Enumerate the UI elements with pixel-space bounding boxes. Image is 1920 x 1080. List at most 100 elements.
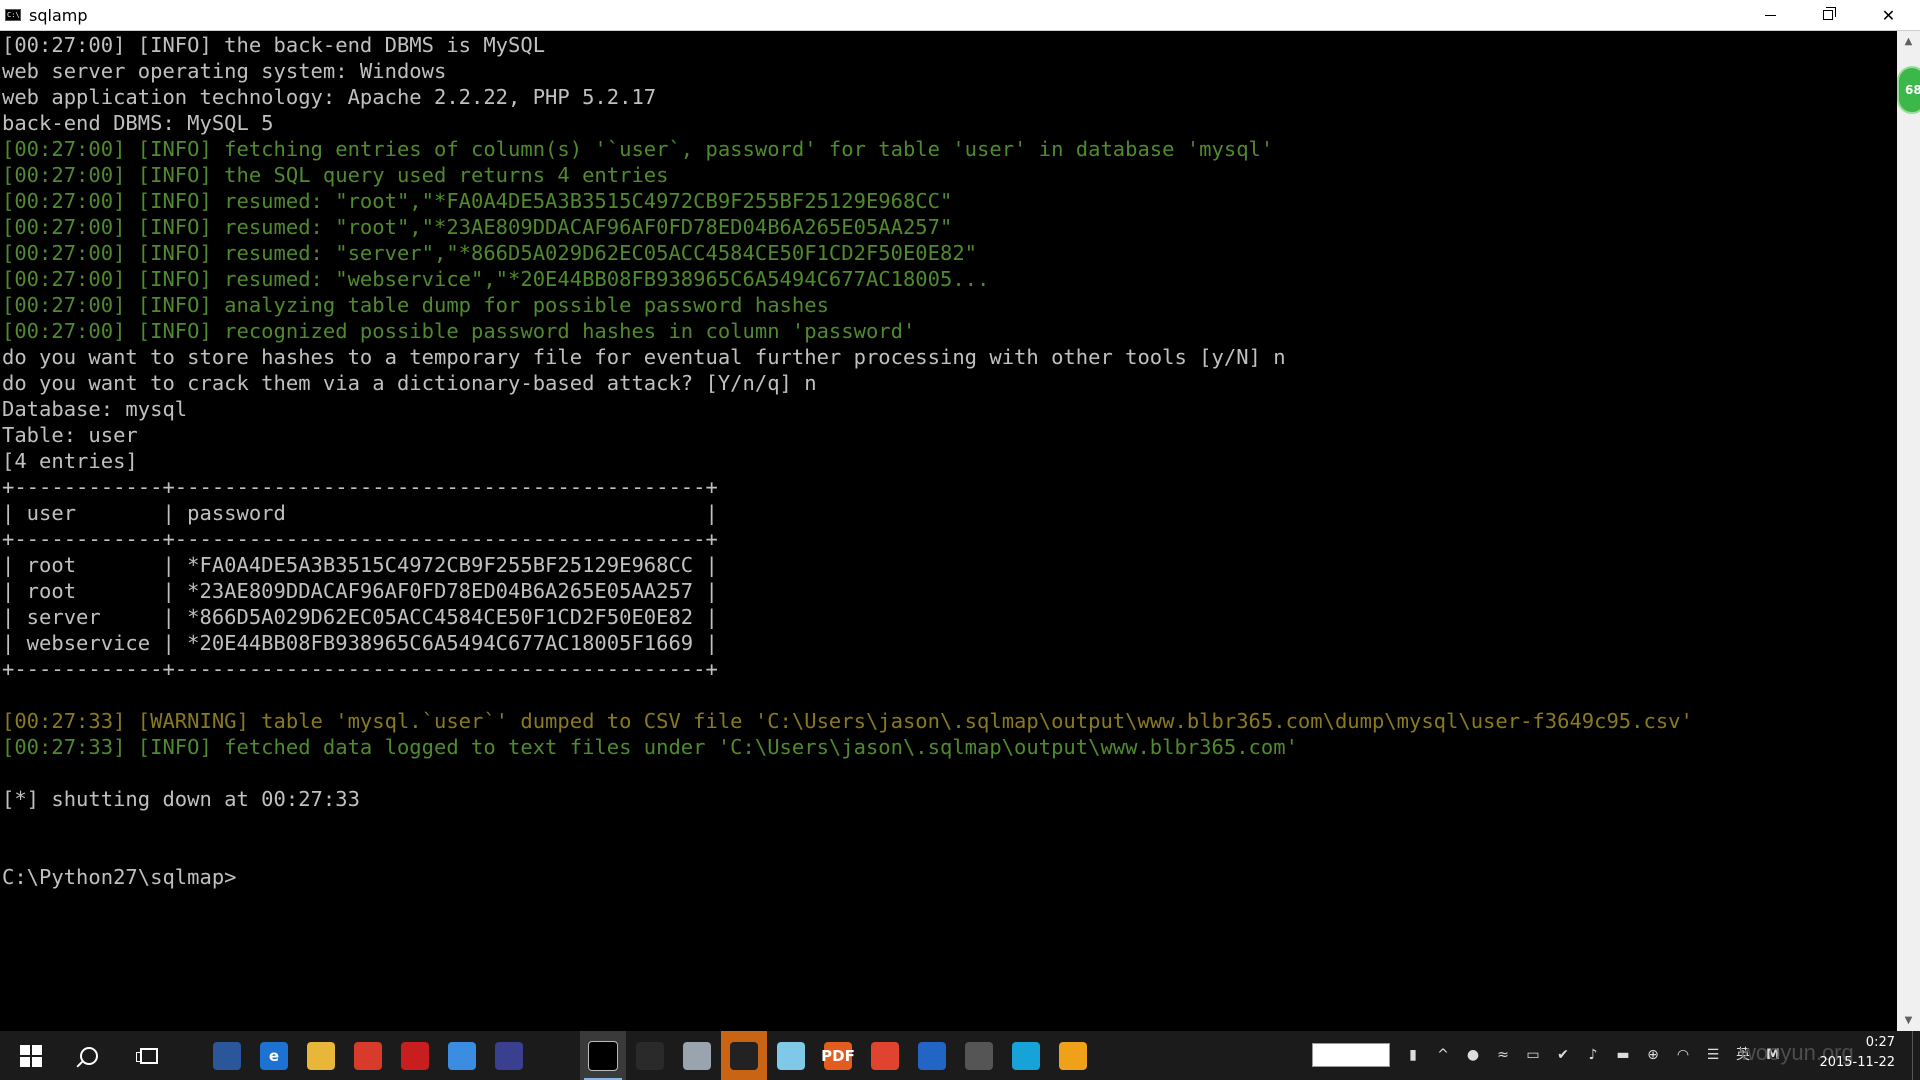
cmd-icon — [588, 1040, 618, 1071]
scroll-up-icon[interactable]: ▲ — [1897, 33, 1920, 50]
floating-badge[interactable]: 68 — [1897, 66, 1920, 114]
console-line: [*] shutting down at 00:27:33 — [2, 787, 360, 811]
taskbar-app[interactable]: e — [251, 1031, 297, 1080]
console-line: do you want to store hashes to a tempora… — [2, 345, 1286, 369]
console-line: web application technology: Apache 2.2.2… — [2, 85, 657, 109]
keyboard-icon[interactable]: ▭ — [1524, 1046, 1542, 1064]
antivirus-icon[interactable]: ✔ — [1554, 1046, 1572, 1064]
console-line: | root | *23AE809DDACAF96AF0FD78ED04B6A2… — [2, 579, 718, 603]
console-line: [00:27:00] [INFO] resumed: "root","*FA0A… — [2, 189, 953, 213]
file-explorer-icon — [307, 1041, 335, 1070]
console-line: [00:27:00] [INFO] resumed: "root","*23AE… — [2, 215, 953, 239]
console-line: [00:27:00] [INFO] resumed: "server","*86… — [2, 241, 978, 265]
battery-icon[interactable]: ▮ — [1404, 1046, 1422, 1064]
clock-date: 2015-11-22 — [1819, 1055, 1895, 1070]
app-icon-10 — [1012, 1041, 1040, 1070]
console-line: Database: mysql — [2, 397, 188, 421]
taskbar-app[interactable] — [1050, 1031, 1096, 1080]
app-icon-5 — [683, 1041, 711, 1070]
lightbulb-icon — [542, 1041, 570, 1070]
console-line: [4 entries] — [2, 449, 138, 473]
taskbar-app[interactable] — [439, 1031, 485, 1080]
taskbar-app[interactable] — [486, 1031, 532, 1080]
wifi-icon[interactable]: ◠ — [1674, 1046, 1692, 1064]
app-icon-6 — [730, 1041, 758, 1070]
close-button[interactable]: ✕ — [1857, 0, 1920, 30]
console-line: [00:27:33] [INFO] fetched data logged to… — [2, 735, 1298, 759]
show-desktop-button[interactable] — [1912, 1031, 1920, 1080]
app-icon-2 — [401, 1041, 429, 1070]
console-line: | server | *866D5A029D62EC05ACC4584CE50F… — [2, 605, 718, 629]
console-output[interactable]: [00:27:00] [INFO] the back-end DBMS is M… — [0, 31, 1897, 1031]
taskbar-app[interactable] — [721, 1031, 767, 1080]
edge-icon: e — [260, 1041, 288, 1070]
taskbar-app[interactable] — [298, 1031, 344, 1080]
console-lines: [00:27:00] [INFO] the back-end DBMS is M… — [2, 32, 1693, 890]
taskbar-app[interactable] — [768, 1031, 814, 1080]
console-line: back-end DBMS: MySQL 5 — [2, 111, 274, 135]
console-line: | webservice | *20E44BB08FB938965C6A5494… — [2, 631, 718, 655]
windows-icon — [20, 1044, 42, 1067]
app-icon-9 — [965, 1041, 993, 1070]
taskbar-app[interactable] — [956, 1031, 1002, 1080]
store-icon — [213, 1041, 241, 1070]
power-icon[interactable]: ▬ — [1614, 1046, 1632, 1064]
taskbar-app[interactable] — [1003, 1031, 1049, 1080]
plus-tray-icon[interactable]: ⊕ — [1644, 1046, 1662, 1064]
console-line: Table: user — [2, 423, 138, 447]
console-line: +------------+--------------------------… — [2, 657, 718, 681]
taskbar-clock[interactable]: 0:27 2015-11-22 — [1805, 1033, 1895, 1073]
tray-app-icon[interactable]: ● — [1464, 1046, 1482, 1064]
console-line: [00:27:00] [INFO] analyzing table dump f… — [2, 293, 829, 317]
taskbar-app[interactable] — [580, 1031, 626, 1080]
vertical-scrollbar[interactable]: ▲ ▼ — [1897, 31, 1920, 1031]
console-line: +------------+--------------------------… — [2, 527, 718, 551]
network-tray-icon[interactable]: ≈ — [1494, 1046, 1512, 1064]
console-line: [00:27:00] [INFO] fetching entries of co… — [2, 137, 1274, 161]
notification-icon[interactable]: ☰ — [1704, 1046, 1722, 1064]
minimize-button[interactable] — [1741, 0, 1799, 30]
search-button[interactable] — [62, 1031, 116, 1080]
console-line: | root | *FA0A4DE5A3B3515C4972CB9F255BF2… — [2, 553, 718, 577]
task-view-icon — [136, 1047, 158, 1064]
restore-button[interactable] — [1799, 0, 1857, 30]
taskbar-app[interactable] — [533, 1031, 579, 1080]
pdf-icon: PDF — [821, 1041, 855, 1070]
eclipse-icon — [495, 1041, 523, 1070]
taskbar-app[interactable] — [909, 1031, 955, 1080]
console-line: [00:27:00] [INFO] the back-end DBMS is M… — [2, 33, 546, 57]
app-icon-7 — [777, 1041, 805, 1070]
tray-input-box[interactable] — [1312, 1043, 1390, 1067]
search-icon — [80, 1046, 98, 1065]
taskbar-app[interactable] — [627, 1031, 673, 1080]
taskbar-app[interactable] — [392, 1031, 438, 1080]
window-title: sqlamp — [29, 6, 88, 25]
task-view-button[interactable] — [122, 1031, 176, 1080]
taskbar-app[interactable] — [862, 1031, 908, 1080]
console-line: [00:27:00] [INFO] resumed: "webservice",… — [2, 267, 990, 291]
console-line: [00:27:00] [INFO] the SQL query used ret… — [2, 163, 669, 187]
taskbar-app[interactable]: PDF — [815, 1031, 861, 1080]
console-line: C:\Python27\sqlmap> — [2, 865, 237, 889]
scroll-down-icon[interactable]: ▼ — [1897, 1012, 1920, 1029]
chevron-up-icon[interactable]: ^ — [1434, 1046, 1452, 1064]
start-button[interactable] — [4, 1031, 58, 1080]
taskbar-app[interactable] — [345, 1031, 391, 1080]
app-icon-8 — [918, 1041, 946, 1070]
window-titlebar[interactable]: sqlamp ✕ — [0, 0, 1920, 31]
taskbar-app[interactable] — [674, 1031, 720, 1080]
taskbar: e PDF — [0, 1031, 1920, 1080]
volume-icon[interactable]: ♪ — [1584, 1046, 1602, 1064]
close-icon: ✕ — [1881, 5, 1896, 25]
console-line: +------------+--------------------------… — [2, 475, 718, 499]
console-line: [00:27:33] [WARNING] table 'mysql.`user`… — [2, 709, 1693, 733]
app-icon-1 — [354, 1041, 382, 1070]
chrome-icon — [871, 1041, 899, 1070]
clock-time: 0:27 — [1865, 1035, 1895, 1050]
taskbar-app[interactable] — [204, 1031, 250, 1080]
console-line: web server operating system: Windows — [2, 59, 447, 83]
app-icon-4 — [636, 1041, 664, 1070]
